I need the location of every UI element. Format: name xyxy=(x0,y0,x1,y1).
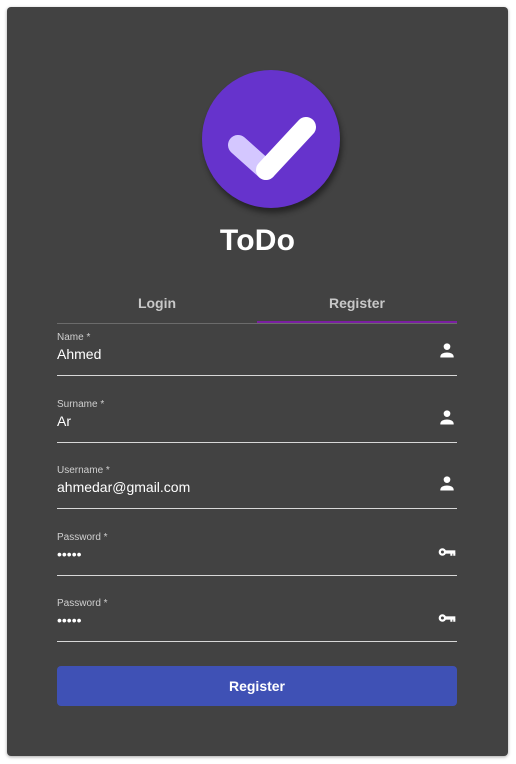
name-input[interactable]: Ahmed xyxy=(57,346,101,362)
username-label: Username * xyxy=(57,465,110,476)
confirm-password-input[interactable]: ••••• xyxy=(57,612,82,628)
password-field[interactable]: Password * ••••• xyxy=(57,532,457,576)
username-input[interactable]: ahmedar@gmail.com xyxy=(57,479,190,495)
confirm-password-field[interactable]: Password * ••••• xyxy=(57,598,457,642)
tab-login[interactable]: Login xyxy=(57,283,257,323)
confirm-password-label: Password * xyxy=(57,598,108,609)
password-underline xyxy=(57,575,457,576)
name-label: Name * xyxy=(57,332,91,343)
surname-input[interactable]: Ar xyxy=(57,413,71,429)
name-field[interactable]: Name * Ahmed xyxy=(57,332,457,376)
username-underline xyxy=(57,508,457,509)
key-icon xyxy=(437,608,457,628)
confirm-password-underline xyxy=(57,641,457,642)
password-input[interactable]: ••••• xyxy=(57,546,82,562)
person-icon xyxy=(437,407,457,427)
surname-underline xyxy=(57,442,457,443)
name-underline xyxy=(57,375,457,376)
person-icon xyxy=(437,473,457,493)
surname-field[interactable]: Surname * Ar xyxy=(57,399,457,443)
active-tab-indicator xyxy=(257,321,457,323)
password-label: Password * xyxy=(57,532,108,543)
app-logo xyxy=(202,70,340,208)
checkmark-logo-icon xyxy=(202,70,340,208)
surname-label: Surname * xyxy=(57,399,105,410)
register-card: ToDo Login Register Name * Ahmed Surname… xyxy=(7,7,508,756)
auth-tabs: Login Register xyxy=(57,283,457,324)
app-title: ToDo xyxy=(219,224,296,257)
register-button[interactable]: Register xyxy=(57,666,457,706)
person-icon xyxy=(437,340,457,360)
key-icon xyxy=(437,542,457,562)
tab-register[interactable]: Register xyxy=(257,283,457,323)
username-field[interactable]: Username * ahmedar@gmail.com xyxy=(57,465,457,509)
